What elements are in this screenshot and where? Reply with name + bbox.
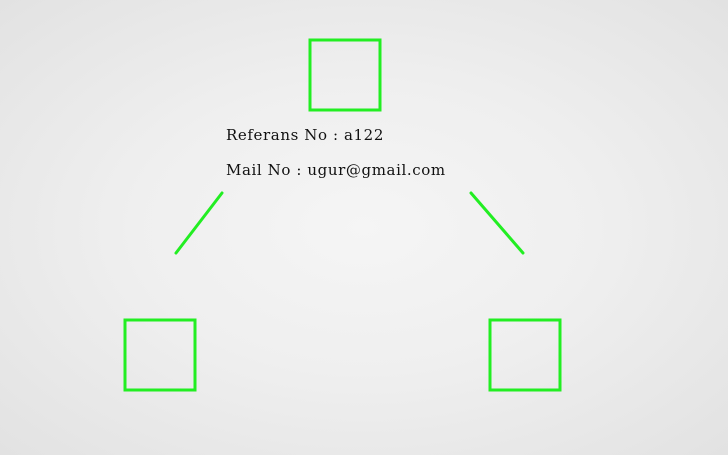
right-connector-line [469,191,525,255]
bottom-left-square-frame [123,318,197,392]
mail-text: Mail No : ugur@gmail.com [226,161,446,179]
referans-text: Referans No : a122 [226,126,384,144]
bottom-right-square-frame [488,318,562,392]
left-connector-line [174,191,224,255]
diagram-canvas [123,38,562,392]
top-square-frame [308,38,382,112]
